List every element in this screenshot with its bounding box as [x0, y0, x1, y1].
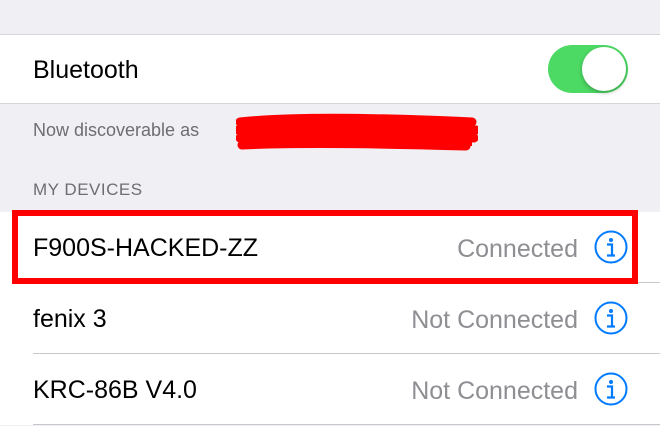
device-name: F900S-HACKED-ZZ [33, 234, 259, 262]
bluetooth-toggle[interactable] [548, 45, 628, 93]
info-icon[interactable] [594, 230, 628, 264]
top-spacer [0, 0, 660, 34]
device-name: KRC-86B V4.0 [33, 376, 197, 404]
bluetooth-label: Bluetooth [33, 56, 139, 84]
row-divider [33, 424, 660, 425]
toggle-knob [582, 47, 626, 91]
device-row[interactable]: fenix 3 Not Connected [0, 283, 660, 354]
info-icon[interactable] [594, 301, 628, 335]
info-icon[interactable] [594, 372, 628, 406]
section-header-my-devices: MY DEVICES [33, 180, 143, 199]
device-name: fenix 3 [33, 305, 107, 333]
discoverable-text: Now discoverable as [33, 120, 200, 140]
device-row[interactable]: F900S-HACKED-ZZ Connected [0, 212, 660, 283]
device-status: Not Connected [411, 377, 578, 405]
device-status: Not Connected [411, 306, 578, 334]
bluetooth-row: Bluetooth [0, 34, 660, 104]
device-row[interactable]: KRC-86B V4.0 Not Connected [0, 354, 660, 425]
device-list: F900S-HACKED-ZZ Connected fenix 3 Not Co… [0, 212, 660, 425]
device-status: Connected [457, 235, 578, 263]
redaction-scribble [236, 113, 478, 151]
